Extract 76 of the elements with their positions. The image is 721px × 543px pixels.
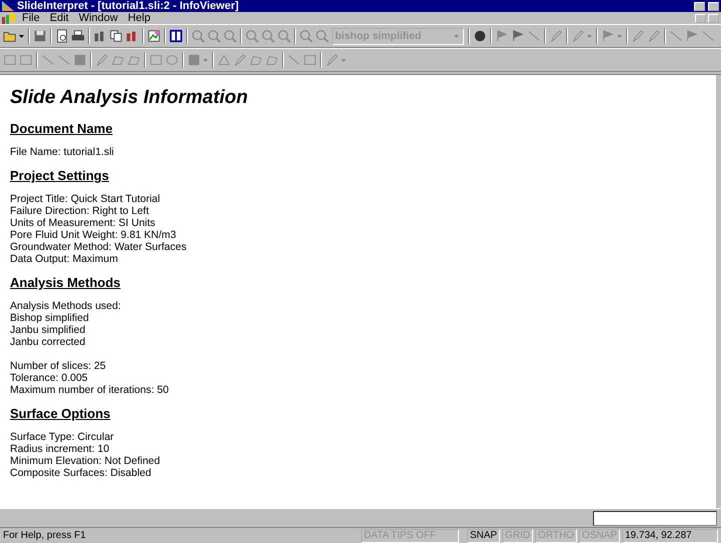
command-input-field[interactable]	[593, 510, 717, 526]
polygon-icon[interactable]	[249, 53, 263, 67]
pencil-icon[interactable]	[647, 29, 661, 43]
print-preview-icon[interactable]	[55, 29, 69, 43]
line-icon[interactable]	[669, 29, 683, 43]
info-line: Bishop simplified	[10, 312, 89, 324]
zoom-icon[interactable]	[223, 29, 237, 43]
flag-icon[interactable]	[601, 29, 615, 43]
zoom-icon[interactable]	[191, 29, 205, 43]
folder-icon[interactable]	[3, 29, 17, 43]
line-icon[interactable]	[287, 53, 301, 67]
line-icon[interactable]	[41, 53, 55, 67]
status-help-text: For Help, press F1	[3, 530, 87, 541]
info-line: Maximum number of iterations: 50	[10, 384, 169, 396]
info-line: Surface Type: Circular	[10, 431, 114, 443]
triangle-icon[interactable]	[217, 53, 231, 67]
frame-icon[interactable]	[303, 53, 317, 67]
frame-icon[interactable]	[3, 53, 17, 67]
flag-icon[interactable]	[495, 29, 509, 43]
info-line: Units of Measurement: SI Units	[10, 217, 156, 229]
flag-icon[interactable]	[511, 29, 525, 43]
pencil-icon[interactable]	[233, 53, 247, 67]
info-line: Groundwater Method: Water Surfaces	[10, 241, 186, 253]
zoom-icon[interactable]	[261, 29, 275, 43]
section-heading: Project Settings	[10, 168, 110, 183]
info-line: Data Output: Maximum	[10, 253, 118, 265]
coordinates-readout: 19.734, 92.287	[622, 528, 718, 542]
info-line: Composite Surfaces: Disabled	[10, 467, 152, 479]
info-line: Project Title: Quick Start Tutorial	[10, 193, 160, 205]
zoom-icon[interactable]	[299, 29, 313, 43]
info-line: Failure Direction: Right to Left	[10, 205, 149, 217]
menu-item[interactable]: Help	[124, 12, 154, 24]
copy-icon[interactable]	[109, 29, 123, 43]
pencil-icon[interactable]	[631, 29, 645, 43]
info-line: Tolerance: 0.005	[10, 372, 88, 384]
zoom-icon[interactable]	[315, 29, 329, 43]
square-icon[interactable]	[73, 53, 87, 67]
ellipse-icon[interactable]	[165, 53, 179, 67]
document-title: Slide Analysis Information	[10, 87, 249, 109]
info-line: Radius increment: 10	[10, 443, 110, 455]
pencil-icon[interactable]	[571, 29, 585, 43]
zoom-icon[interactable]	[245, 29, 259, 43]
section-heading: Surface Options	[10, 406, 112, 421]
info-line: Pore Fluid Unit Weight: 9.81 KN/m3	[10, 229, 176, 241]
zoom-icon[interactable]	[277, 29, 291, 43]
section-heading: Document Name	[10, 121, 114, 136]
menu-item[interactable]: Edit	[46, 12, 73, 24]
graph-icon[interactable]	[147, 29, 161, 43]
info-line: Janbu corrected	[10, 336, 86, 348]
window-title: SlideInterpret - [tutorial1.sli:2 - InfoViewer]	[17, 0, 240, 12]
minimize-button[interactable]	[694, 2, 705, 10]
pencil-icon[interactable]	[549, 29, 563, 43]
document-icon[interactable]	[2, 12, 16, 24]
rectangle-icon[interactable]	[149, 53, 163, 67]
info-line: File Name: tutorial1.sli	[10, 146, 114, 158]
info-line: Minimum Elevation: Not Defined	[10, 455, 160, 467]
line-icon[interactable]	[701, 29, 715, 43]
columns-icon[interactable]	[169, 29, 183, 43]
menu-item[interactable]: File	[18, 12, 44, 24]
info-line: Janbu simplified	[10, 324, 86, 336]
frame-icon[interactable]	[19, 53, 33, 67]
polygon-icon[interactable]	[127, 53, 141, 67]
save-icon[interactable]	[33, 29, 47, 43]
polygon-icon[interactable]	[265, 53, 279, 67]
flag-icon[interactable]	[685, 29, 699, 43]
info-line: Analysis Methods used:	[10, 300, 121, 312]
app-logo-icon	[2, 1, 14, 11]
pencil-icon[interactable]	[95, 53, 109, 67]
ball-icon[interactable]	[473, 29, 487, 43]
zoom-icon[interactable]	[207, 29, 221, 43]
section-heading: Analysis Methods	[10, 275, 122, 290]
info-line: Number of slices: 25	[10, 360, 106, 372]
restore-button[interactable]	[708, 2, 719, 10]
menu-item[interactable]: Window	[74, 12, 122, 24]
status-indicator[interactable]: SNAP	[466, 528, 500, 542]
printer-icon[interactable]	[71, 29, 85, 43]
